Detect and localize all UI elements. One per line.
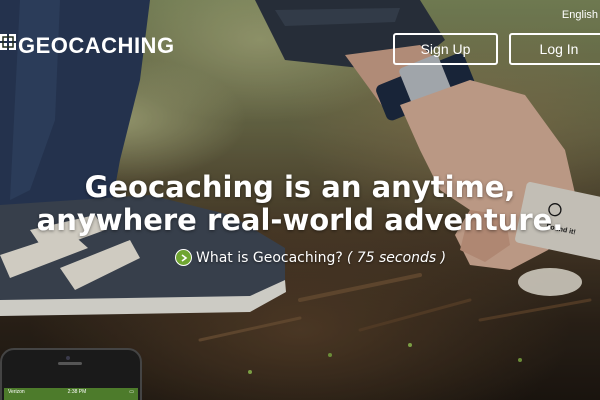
log-in-button[interactable]: Log In (509, 33, 600, 65)
logo[interactable]: GEOCACHING (0, 34, 175, 58)
language-selector[interactable]: English (562, 9, 598, 21)
hero-headline: Geocaching is an anytime, anywhere real-… (36, 170, 564, 237)
video-link-text: What is Geocaching? (196, 249, 343, 266)
phone-status-bar: Verizon 2:38 PM ▭ (4, 388, 138, 396)
carrier-label: Verizon (8, 389, 25, 395)
phone-screen: Verizon 2:38 PM ▭ (4, 388, 138, 400)
phone-mockup: Verizon 2:38 PM ▭ (0, 348, 142, 400)
geocaching-logo-icon (0, 34, 16, 50)
what-is-geocaching-link[interactable]: What is Geocaching? ( 75 seconds ) (175, 249, 446, 266)
logo-text: GEOCACHING (18, 33, 175, 58)
phone-time: 2:38 PM (67, 389, 87, 395)
battery-icon: ▭ (129, 389, 134, 395)
phone-speaker (58, 362, 82, 365)
phone-camera (66, 356, 70, 360)
hero-section: Found it! GEOCACHING English Sign Up Log… (0, 0, 600, 400)
video-duration: ( 75 seconds ) (346, 249, 447, 266)
play-icon (175, 249, 192, 266)
sign-up-button[interactable]: Sign Up (393, 33, 498, 65)
